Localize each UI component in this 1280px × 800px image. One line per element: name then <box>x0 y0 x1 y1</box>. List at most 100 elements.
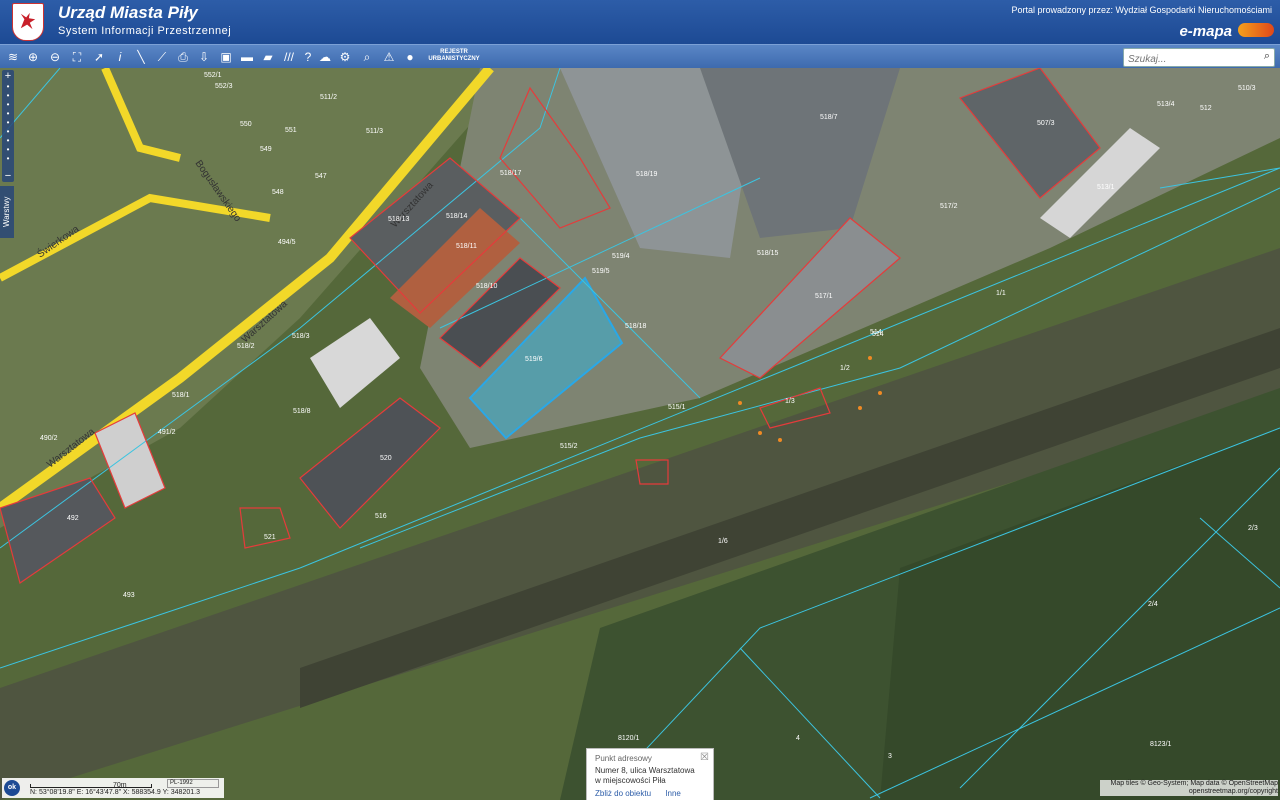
map-canvas[interactable]: Warsztatowa Warsztatowa Warsztatowa Bogu… <box>0 68 1280 800</box>
parcel-label: 518/2 <box>237 343 255 350</box>
hatch-icon[interactable]: /// <box>281 49 297 65</box>
parcel-label: 519/4 <box>612 253 630 260</box>
parcel-label: 494/5 <box>278 239 296 246</box>
search-input[interactable] <box>1124 52 1256 67</box>
attribution-line1: Map tiles © Geo-System; Map data © OpenS… <box>1110 780 1279 787</box>
parcel-label: 518/8 <box>293 408 311 415</box>
crs-select[interactable]: PL-1992 <box>167 779 219 788</box>
parcel-label: 1/2 <box>840 365 850 372</box>
parcel-label: 8120/1 <box>618 735 640 742</box>
parcel-label: 547 <box>315 173 327 180</box>
parcel-label: 518/18 <box>625 323 647 330</box>
parcel-label: 507/3 <box>1037 120 1055 127</box>
scale-bar: 70m <box>30 782 152 789</box>
layers-icon[interactable]: ≋ <box>5 49 21 65</box>
app-title: Urząd Miasta Piły <box>58 3 198 22</box>
popup-title: Punkt adresowy <box>595 754 652 763</box>
zoom-minus-icon[interactable]: − <box>2 170 14 182</box>
parcel-label: 2/4 <box>1148 601 1158 608</box>
parcel-label: 513/4 <box>1157 101 1175 108</box>
parcel-label: 1/6 <box>718 538 728 545</box>
parcel-label: 490/2 <box>40 435 58 442</box>
warning-icon[interactable]: ⚠ <box>381 49 397 65</box>
parcel-label: 521 <box>264 534 276 541</box>
print-icon[interactable]: ⎙ <box>175 49 191 65</box>
parcel-label: 518/3 <box>292 333 310 340</box>
parcel-label: 518/7 <box>820 114 838 121</box>
parcel-label: 515/1 <box>668 404 686 411</box>
parcel-label: 520 <box>380 455 392 462</box>
city-crest-logo <box>12 3 44 41</box>
parcel-label: 549 <box>260 146 272 153</box>
popup-address-line1: Numer 8, ulica Warsztatowa <box>595 766 695 775</box>
portal-info: Portal prowadzony przez: Wydział Gospoda… <box>1011 5 1272 15</box>
popup-links: Zbliż do obiektu Inne <box>595 789 693 798</box>
comment-icon[interactable]: ▰ <box>260 49 276 65</box>
register-button[interactable]: REJESTR URBANISTYCZNY <box>424 49 484 63</box>
zoom-plus-icon[interactable]: + <box>2 70 14 82</box>
zoom-to-object-link[interactable]: Zbliż do obiektu <box>595 789 651 798</box>
parcel-label: 516 <box>375 513 387 520</box>
pointer-icon[interactable]: ➚ <box>91 49 107 65</box>
parcel-label: 518/17 <box>500 170 522 177</box>
coordinates-readout: N: 53°08'19.8" E: 16°43'47.8" X: 588354.… <box>30 789 200 796</box>
parcel-label: 515/2 <box>560 443 578 450</box>
popup-address: Numer 8, ulica Warsztatowa w miejscowośc… <box>595 766 695 786</box>
layers-panel-tab[interactable]: Warstwy <box>0 186 14 238</box>
measure-line-icon[interactable]: ╲ <box>133 49 149 65</box>
parcel-label: 2/3 <box>1248 525 1258 532</box>
other-link[interactable]: Inne <box>665 789 681 798</box>
attribution-line2[interactable]: openstreetmap.org/copyright <box>1100 788 1278 796</box>
deer-icon <box>20 12 36 30</box>
parcel-label: 518/10 <box>476 283 498 290</box>
parcel-label: 512 <box>1200 105 1212 112</box>
parcel-label: 514 <box>872 331 884 338</box>
export-icon[interactable]: ▣ <box>218 49 234 65</box>
parcel-label: 517/2 <box>940 203 958 210</box>
parcel-label: 1/1 <box>996 290 1006 297</box>
help-icon[interactable]: ? <box>300 49 316 65</box>
parcel-label: 518/1 <box>172 392 190 399</box>
parcel-label: 518/13 <box>388 216 410 223</box>
map-attribution: Map tiles © Geo-System; Map data © OpenS… <box>1100 780 1278 796</box>
parcel-label: 511/3 <box>366 128 383 135</box>
parcel-label: 510/3 <box>1238 85 1256 92</box>
emapa-brand[interactable]: e-mapa <box>1179 23 1232 40</box>
parcel-label: 1/3 <box>785 398 795 405</box>
zoom-slider[interactable]: • • • • • • • • • <box>2 82 14 170</box>
parcel-label: 519/6 <box>525 356 543 363</box>
parcel-label: 519/5 <box>592 268 610 275</box>
measure-area-icon[interactable]: ⟋ <box>154 49 170 65</box>
parcel-label: 513/1 <box>1097 184 1115 191</box>
search-icon[interactable]: ⌕ <box>1264 50 1270 63</box>
toolbar: ≋ ⊕ ⊖ ⛶ ➚ i ╲ ⟋ ⎙ ⇩ ▣ ▬ ▰ /// ? ☁ ⚙ ⌕ ⚠ … <box>0 44 1280 69</box>
zoom-in-icon[interactable]: ⊕ <box>25 49 41 65</box>
fill-icon[interactable]: ▬ <box>239 49 255 65</box>
parcel-label: 4 <box>796 735 800 742</box>
app-header: Urząd Miasta Piły System Informacji Prze… <box>0 0 1280 44</box>
parcel-label: 552/3 <box>215 83 233 90</box>
aerial-map[interactable]: Warsztatowa Warsztatowa Warsztatowa Bogu… <box>0 68 1280 800</box>
zoom-out-icon[interactable]: ⊖ <box>47 49 63 65</box>
zoom-extent-icon[interactable]: ⛶ <box>69 49 85 65</box>
point-icon[interactable]: ● <box>402 49 418 65</box>
close-icon[interactable]: ☒ <box>700 752 709 763</box>
parcel-label: 511/2 <box>320 94 337 101</box>
zoom-control[interactable]: + • • • • • • • • • − <box>2 70 14 182</box>
info-icon[interactable]: i <box>112 49 128 65</box>
geosystem-logo[interactable] <box>1238 23 1274 37</box>
cloud-icon[interactable]: ☁ <box>317 49 333 65</box>
download-icon[interactable]: ⇩ <box>196 49 212 65</box>
parcel-label: 551 <box>285 127 297 134</box>
parcel-label: 517/1 <box>815 293 833 300</box>
parcel-label: 492 <box>67 515 79 522</box>
settings-icon[interactable]: ⚙ <box>337 49 353 65</box>
search-box[interactable]: ⌕ <box>1123 48 1275 67</box>
scale-distance: 70m <box>113 782 127 789</box>
parcel-label: 518/11 <box>456 243 477 250</box>
ok-button[interactable]: ok <box>4 780 20 796</box>
popup-address-line2: w miejscowości Piła <box>595 776 666 785</box>
parcel-label: 552/1 <box>204 72 222 79</box>
parcel-label: 550 <box>240 121 252 128</box>
find-icon[interactable]: ⌕ <box>359 49 375 65</box>
